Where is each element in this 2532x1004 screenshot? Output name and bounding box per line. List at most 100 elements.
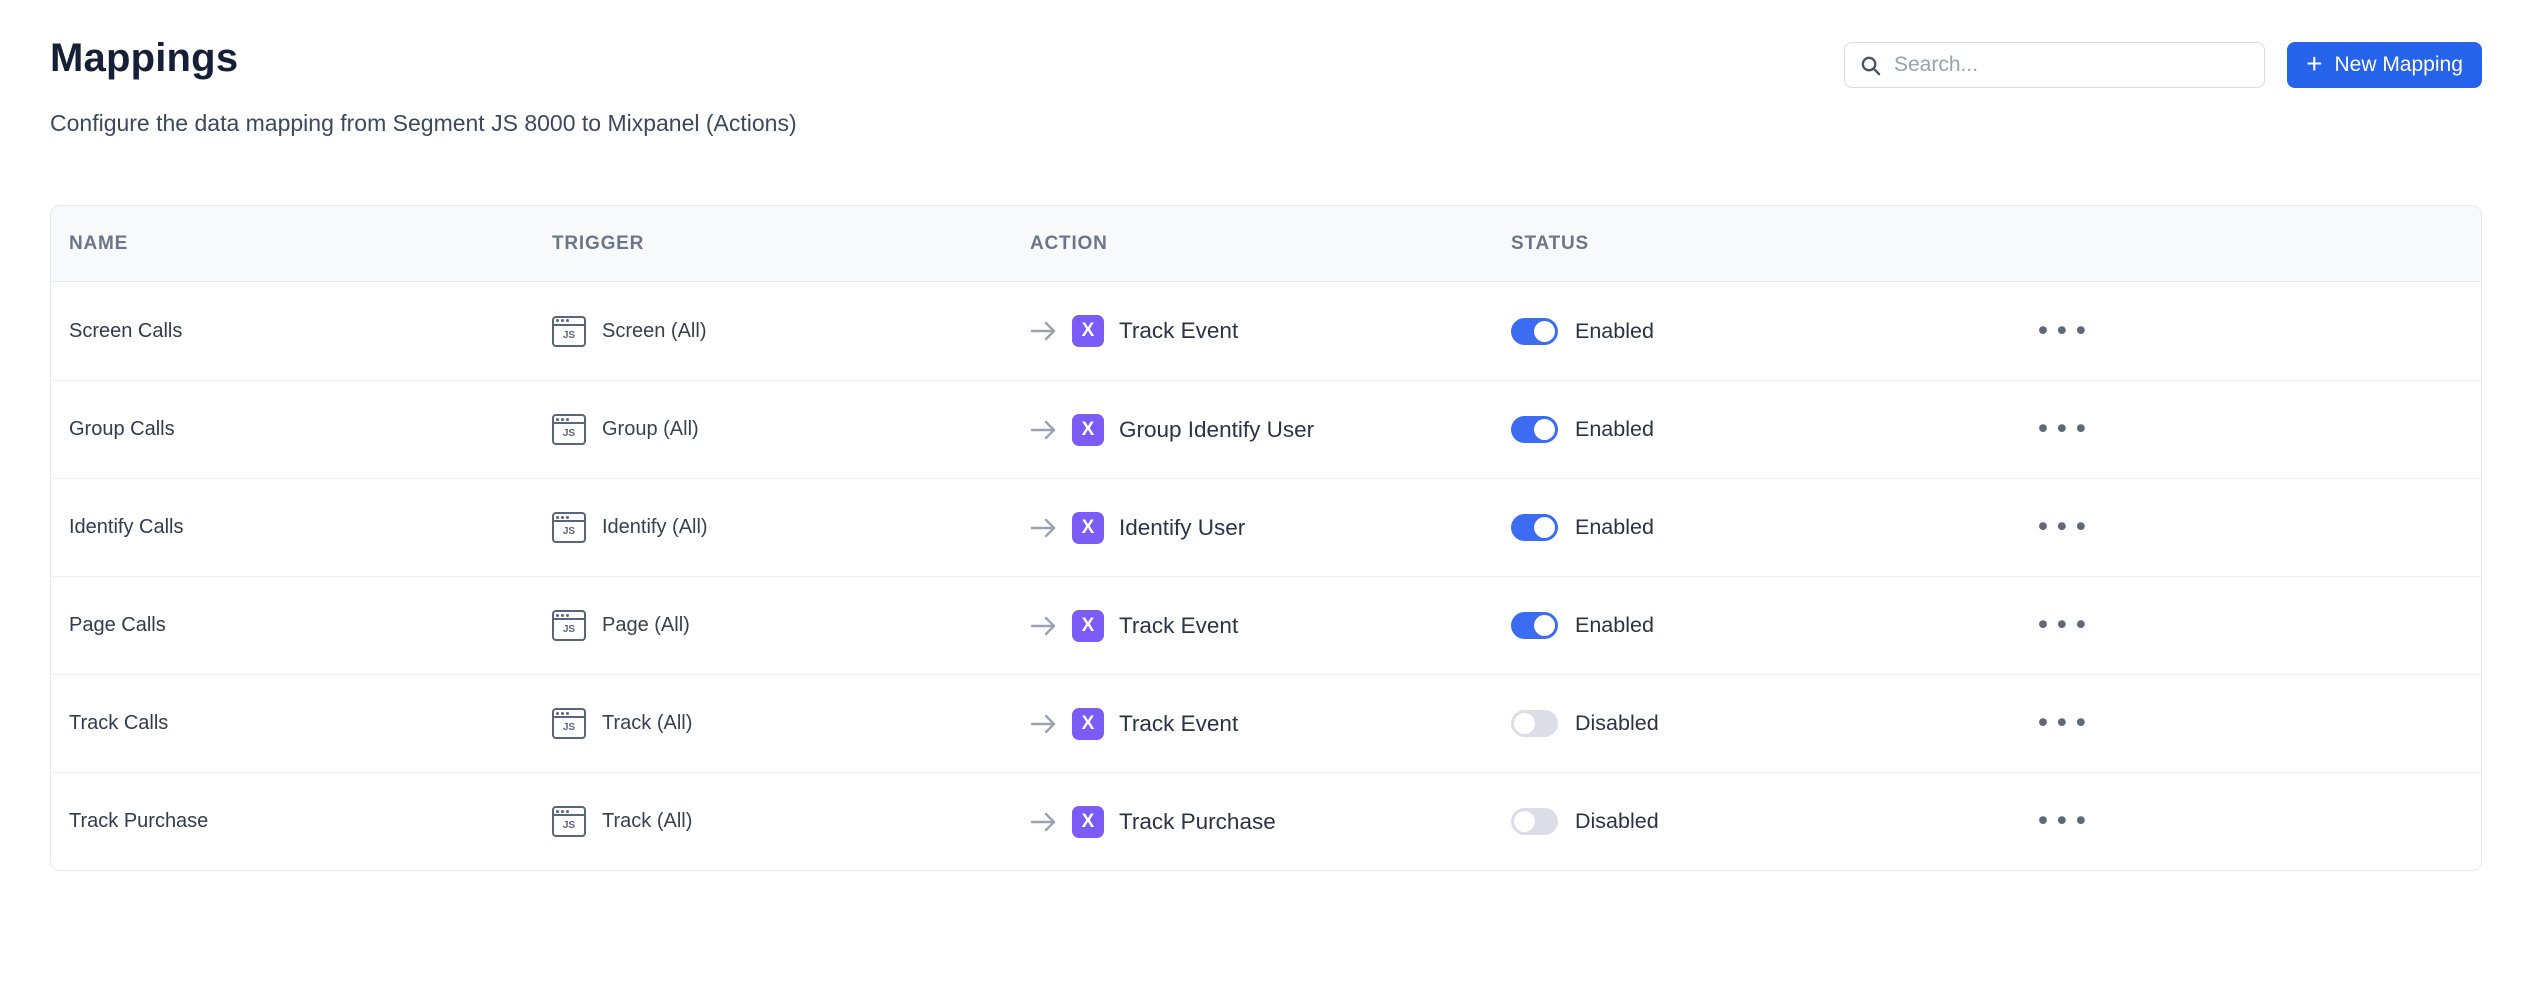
js-source-icon: JS <box>552 610 586 641</box>
right-arrow-icon <box>1030 713 1057 735</box>
plus-icon: + <box>2306 50 2322 78</box>
more-options-icon[interactable]: ••• <box>2031 312 2096 351</box>
status-toggle[interactable] <box>1511 318 1558 345</box>
mapping-name: Group Calls <box>51 418 552 441</box>
page-subtitle: Configure the data mapping from Segment … <box>50 110 797 137</box>
mapping-trigger: Screen (All) <box>602 320 706 343</box>
js-source-icon-label: JS <box>554 522 584 541</box>
search-box <box>1844 42 2265 88</box>
status-label: Enabled <box>1575 515 1654 540</box>
column-header-status: Status <box>1511 233 2003 255</box>
mixpanel-icon: X <box>1072 315 1104 347</box>
mixpanel-icon: X <box>1072 806 1104 838</box>
js-source-icon: JS <box>552 708 586 739</box>
status-label: Enabled <box>1575 417 1654 442</box>
right-arrow-icon <box>1030 419 1057 441</box>
mapping-trigger-cell: JS Group (All) <box>552 414 1030 445</box>
right-arrow-icon <box>1030 811 1057 833</box>
table-body: Screen Calls JS Screen (All) X Track Eve… <box>51 282 2481 870</box>
row-menu-cell: ••• <box>2003 802 2481 841</box>
row-menu-cell: ••• <box>2003 704 2481 743</box>
status-toggle[interactable] <box>1511 416 1558 443</box>
mapping-trigger: Page (All) <box>602 614 690 637</box>
row-menu-cell: ••• <box>2003 508 2481 547</box>
row-menu-cell: ••• <box>2003 606 2481 645</box>
search-icon <box>1859 54 1882 77</box>
table-row: Track Purchase JS Track (All) X Track Pu… <box>51 772 2481 870</box>
mixpanel-icon: X <box>1072 708 1104 740</box>
row-menu-cell: ••• <box>2003 312 2481 351</box>
more-options-icon[interactable]: ••• <box>2031 802 2096 841</box>
js-source-icon-label: JS <box>554 816 584 835</box>
right-arrow-icon <box>1030 615 1057 637</box>
mapping-name: Track Calls <box>51 712 552 735</box>
page-title: Mappings <box>50 36 238 81</box>
search-input[interactable] <box>1894 53 2250 77</box>
more-options-icon[interactable]: ••• <box>2031 508 2096 547</box>
mapping-action-cell: X Track Event <box>1030 708 1511 740</box>
mapping-action: Identify User <box>1119 515 1245 541</box>
mapping-trigger: Identify (All) <box>602 516 708 539</box>
mapping-action-cell: X Track Event <box>1030 610 1511 642</box>
mixpanel-icon: X <box>1072 512 1104 544</box>
table-row: Screen Calls JS Screen (All) X Track Eve… <box>51 282 2481 380</box>
status-label: Enabled <box>1575 613 1654 638</box>
table-row: Page Calls JS Page (All) X Track Event E… <box>51 576 2481 674</box>
mapping-trigger-cell: JS Identify (All) <box>552 512 1030 543</box>
more-options-icon[interactable]: ••• <box>2031 410 2096 449</box>
mapping-trigger-cell: JS Track (All) <box>552 708 1030 739</box>
mapping-name: Track Purchase <box>51 810 552 833</box>
mapping-trigger-cell: JS Screen (All) <box>552 316 1030 347</box>
mapping-status-cell: Enabled <box>1511 318 2003 345</box>
mappings-page: Mappings Configure the data mapping from… <box>0 0 2532 1004</box>
js-source-icon-label: JS <box>554 718 584 737</box>
mapping-name: Identify Calls <box>51 516 552 539</box>
js-source-icon-label: JS <box>554 326 584 345</box>
js-source-icon-label: JS <box>554 424 584 443</box>
table-row: Track Calls JS Track (All) X Track Event… <box>51 674 2481 772</box>
mapping-action-cell: X Track Event <box>1030 315 1511 347</box>
table-row: Group Calls JS Group (All) X Group Ident… <box>51 380 2481 478</box>
mapping-action-cell: X Group Identify User <box>1030 414 1511 446</box>
mapping-action: Track Purchase <box>1119 809 1276 835</box>
mapping-trigger-cell: JS Track (All) <box>552 806 1030 837</box>
column-header-name: Name <box>51 233 552 255</box>
js-source-icon-label: JS <box>554 620 584 639</box>
mapping-action: Group Identify User <box>1119 417 1314 443</box>
new-mapping-button[interactable]: + New Mapping <box>2287 42 2482 88</box>
status-label: Enabled <box>1575 319 1654 344</box>
status-toggle[interactable] <box>1511 808 1558 835</box>
mapping-name: Screen Calls <box>51 320 552 343</box>
right-arrow-icon <box>1030 517 1057 539</box>
mixpanel-icon: X <box>1072 414 1104 446</box>
status-toggle[interactable] <box>1511 514 1558 541</box>
status-toggle[interactable] <box>1511 710 1558 737</box>
js-source-icon: JS <box>552 512 586 543</box>
column-header-action: Action <box>1030 233 1511 255</box>
mapping-action-cell: X Track Purchase <box>1030 806 1511 838</box>
mapping-trigger: Track (All) <box>602 810 692 833</box>
js-source-icon: JS <box>552 414 586 445</box>
more-options-icon[interactable]: ••• <box>2031 606 2096 645</box>
mapping-status-cell: Enabled <box>1511 612 2003 639</box>
row-menu-cell: ••• <box>2003 410 2481 449</box>
status-toggle[interactable] <box>1511 612 1558 639</box>
right-arrow-icon <box>1030 320 1057 342</box>
mapping-status-cell: Disabled <box>1511 808 2003 835</box>
mapping-trigger-cell: JS Page (All) <box>552 610 1030 641</box>
mappings-table: Name Trigger Action Status Screen Calls … <box>50 205 2482 871</box>
mapping-status-cell: Disabled <box>1511 710 2003 737</box>
mapping-status-cell: Enabled <box>1511 416 2003 443</box>
new-mapping-button-label: New Mapping <box>2334 53 2462 77</box>
mixpanel-icon: X <box>1072 610 1104 642</box>
more-options-icon[interactable]: ••• <box>2031 704 2096 743</box>
table-header-row: Name Trigger Action Status <box>51 206 2481 282</box>
mapping-action-cell: X Identify User <box>1030 512 1511 544</box>
mapping-action: Track Event <box>1119 613 1238 639</box>
js-source-icon: JS <box>552 806 586 837</box>
column-header-trigger: Trigger <box>552 233 1030 255</box>
status-label: Disabled <box>1575 711 1659 736</box>
js-source-icon: JS <box>552 316 586 347</box>
mapping-action: Track Event <box>1119 711 1238 737</box>
mapping-trigger: Group (All) <box>602 418 699 441</box>
